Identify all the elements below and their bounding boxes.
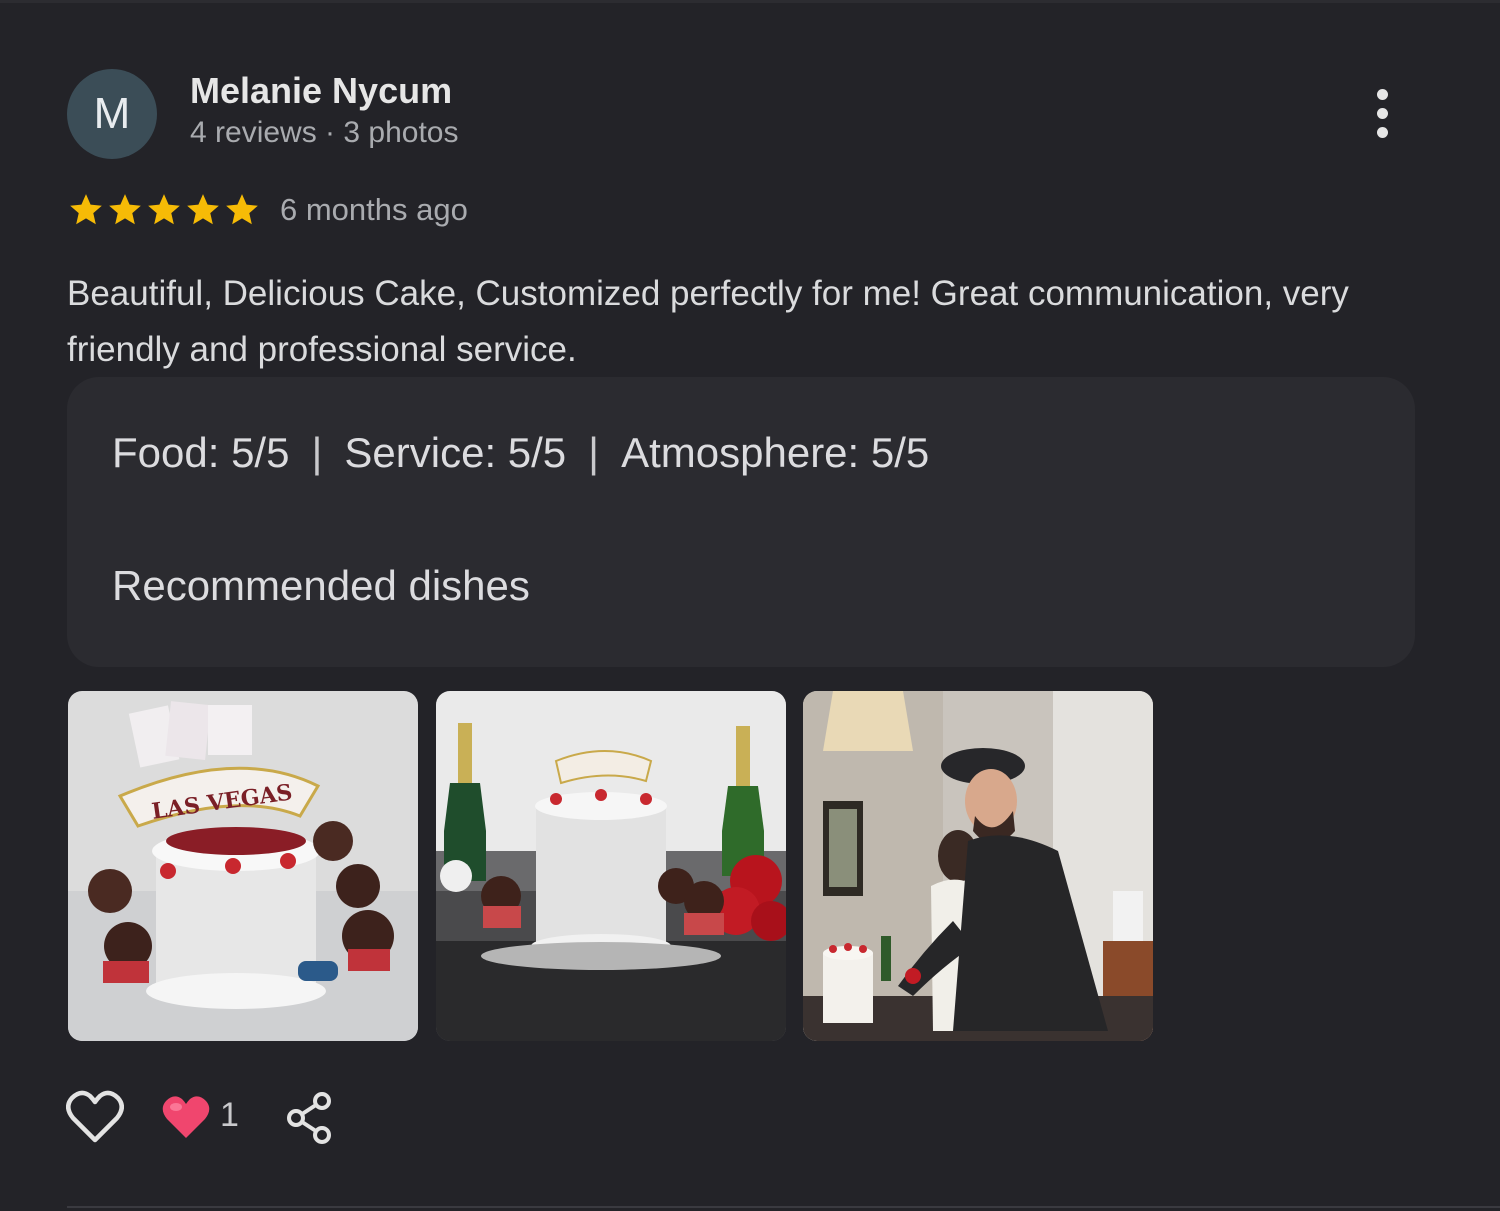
ratings-card: Food: 5/5 | Service: 5/5 | Atmosphere: 5/5 R… [67,377,1415,667]
star-icon [109,194,141,225]
photo-couple-cutting-cake[interactable] [803,691,1153,1041]
heart-reaction[interactable] [162,1094,210,1140]
review-page: M Melanie Nycum 4 reviews · 3 photos 6 m… [0,0,1500,1211]
bottom-divider [67,1206,1500,1208]
author-meta[interactable]: 4 reviews · 3 photos [190,116,458,150]
category-ratings: Food: 5/5 | Service: 5/5 | Atmosphere: 5/5 [112,429,929,477]
star-icon [187,194,219,225]
heart-outline-icon [66,1090,124,1143]
more-vertical-icon [1376,88,1388,100]
heart-filled-icon [162,1096,210,1138]
photo-cake-with-champagne[interactable] [436,691,786,1041]
more-options-button[interactable] [1360,82,1404,144]
recommended-dishes-label: Recommended dishes [112,562,530,609]
atmosphere-rating: Atmosphere: 5/5 [621,429,930,476]
more-dot [1376,107,1388,119]
star-icon [148,194,180,225]
star-icon [226,194,258,225]
photo-cake-with-cupcakes[interactable]: LAS VEGAS [68,691,418,1041]
share-icon [287,1092,331,1144]
author-name[interactable]: Melanie Nycum [190,70,452,112]
service-rating: Service: 5/5 [344,429,567,476]
top-divider [0,0,1500,3]
share-button[interactable] [284,1091,334,1145]
star-rating [67,191,261,229]
rating-separator: | [588,429,600,476]
reaction-count: 1 [220,1096,239,1134]
star-icon [70,194,102,225]
like-button[interactable] [66,1090,124,1144]
rating-separator: | [311,429,323,476]
review-text: Beautiful, Delicious Cake, Customized pe… [67,274,1349,369]
more-dot [1376,126,1388,138]
review-date: 6 months ago [280,192,468,227]
food-rating: Food: 5/5 [112,429,290,476]
avatar[interactable]: M [67,69,157,159]
avatar-initial: M [93,89,131,138]
